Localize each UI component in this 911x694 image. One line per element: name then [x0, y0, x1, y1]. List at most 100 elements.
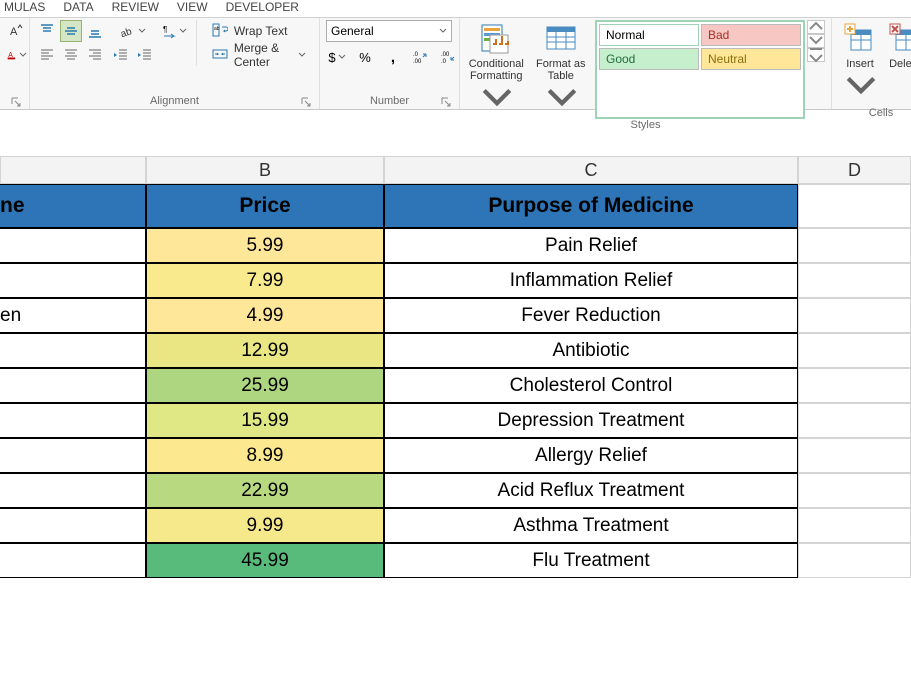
- comma-format-button[interactable]: ,: [382, 46, 404, 68]
- empty-cell[interactable]: [798, 368, 911, 403]
- col-header-a[interactable]: [0, 156, 146, 184]
- conditional-formatting-button[interactable]: ConditionalFormatting: [466, 20, 527, 119]
- cell-price[interactable]: 4.99: [146, 298, 384, 333]
- empty-cell[interactable]: [798, 333, 911, 368]
- cell-a[interactable]: [0, 473, 146, 508]
- col-header-b[interactable]: B: [146, 156, 384, 184]
- empty-cell[interactable]: [798, 508, 911, 543]
- wrap-text-button[interactable]: ab Wrap Text: [205, 20, 313, 42]
- cell-a[interactable]: [0, 403, 146, 438]
- align-left-button[interactable]: [36, 44, 58, 66]
- tab-review[interactable]: REVIEW: [112, 0, 159, 14]
- cell-price[interactable]: 5.99: [146, 228, 384, 263]
- empty-cell[interactable]: [798, 184, 911, 228]
- ltr-button[interactable]: ¶: [160, 20, 188, 42]
- style-bad[interactable]: Bad: [701, 24, 801, 46]
- number-group: General $ % , .0.00 .00.0 Number: [320, 18, 460, 109]
- grid: ne Price Purpose of Medicine 5.99Pain Re…: [0, 184, 911, 578]
- number-format-value: General: [331, 24, 374, 38]
- decrease-indent-button[interactable]: [110, 44, 132, 66]
- header-cell-a[interactable]: ne: [0, 184, 146, 228]
- tab-formulas-partial[interactable]: MULAS: [4, 0, 45, 14]
- cell-a[interactable]: [0, 263, 146, 298]
- cell-purpose[interactable]: Allergy Relief: [384, 438, 798, 473]
- cell-a[interactable]: [0, 368, 146, 403]
- chevron-down-icon: [338, 48, 346, 66]
- tab-view[interactable]: VIEW: [177, 0, 208, 14]
- tab-developer[interactable]: DEVELOPER: [226, 0, 299, 14]
- insert-button[interactable]: Insert: [838, 20, 882, 107]
- header-cell-b[interactable]: Price: [146, 184, 384, 228]
- cell-price[interactable]: 8.99: [146, 438, 384, 473]
- cell-purpose[interactable]: Antibiotic: [384, 333, 798, 368]
- gallery-scroll-up[interactable]: [807, 20, 825, 34]
- cell-a[interactable]: [0, 508, 146, 543]
- cell-purpose[interactable]: Acid Reflux Treatment: [384, 473, 798, 508]
- align-top-button[interactable]: [36, 20, 58, 42]
- alignment-group: ab ¶ ab Wrap Text Merge & Center: [30, 18, 320, 109]
- col-header-c[interactable]: C: [384, 156, 798, 184]
- empty-cell[interactable]: [798, 298, 911, 333]
- svg-text:ab: ab: [120, 26, 134, 39]
- percent-format-button[interactable]: %: [354, 46, 376, 68]
- cell-price[interactable]: 25.99: [146, 368, 384, 403]
- cell-a[interactable]: [0, 543, 146, 578]
- alignment-group-launcher[interactable]: [299, 95, 313, 109]
- decrease-decimal-button[interactable]: .00.0: [438, 46, 460, 68]
- number-format-dropdown[interactable]: General: [326, 20, 452, 42]
- gallery-scroll-down[interactable]: [807, 34, 825, 48]
- delete-button[interactable]: Delete: [886, 20, 911, 107]
- cells-group: Insert Delete Cells: [832, 18, 911, 109]
- tab-data[interactable]: DATA: [63, 0, 93, 14]
- worksheet[interactable]: B C D ne Price Purpose of Medicine 5.99P…: [0, 110, 911, 578]
- cell-purpose[interactable]: Depression Treatment: [384, 403, 798, 438]
- style-normal[interactable]: Normal: [599, 24, 699, 46]
- cell-purpose[interactable]: Fever Reduction: [384, 298, 798, 333]
- cell-a[interactable]: [0, 228, 146, 263]
- empty-cell[interactable]: [798, 263, 911, 298]
- chevron-down-icon: [298, 48, 306, 62]
- increase-indent-button[interactable]: [134, 44, 156, 66]
- empty-cell[interactable]: [798, 473, 911, 508]
- accounting-format-button[interactable]: $: [326, 46, 348, 68]
- orientation-button[interactable]: ab: [110, 20, 156, 42]
- col-header-d[interactable]: D: [798, 156, 911, 184]
- font-color-button[interactable]: A: [6, 44, 28, 66]
- format-as-table-button[interactable]: Format asTable: [531, 20, 592, 119]
- cell-a[interactable]: [0, 333, 146, 368]
- cell-price[interactable]: 12.99: [146, 333, 384, 368]
- cell-price[interactable]: 45.99: [146, 543, 384, 578]
- increase-decimal-button[interactable]: .0.00: [410, 46, 432, 68]
- cell-price[interactable]: 7.99: [146, 263, 384, 298]
- number-group-launcher[interactable]: [439, 95, 453, 109]
- style-good[interactable]: Good: [599, 48, 699, 70]
- empty-cell[interactable]: [798, 403, 911, 438]
- empty-cell[interactable]: [798, 438, 911, 473]
- cell-purpose[interactable]: Pain Relief: [384, 228, 798, 263]
- header-cell-c[interactable]: Purpose of Medicine: [384, 184, 798, 228]
- align-middle-button[interactable]: [60, 20, 82, 42]
- grow-font-button[interactable]: A: [6, 20, 28, 42]
- empty-cell[interactable]: [798, 543, 911, 578]
- cell-price[interactable]: 15.99: [146, 403, 384, 438]
- wrap-text-label: Wrap Text: [234, 24, 288, 38]
- empty-cell[interactable]: [798, 228, 911, 263]
- cell-price[interactable]: 22.99: [146, 473, 384, 508]
- chevron-down-icon: [179, 22, 187, 40]
- ribbon-tabs: MULAS DATA REVIEW VIEW DEVELOPER: [0, 0, 911, 18]
- align-right-button[interactable]: [84, 44, 106, 66]
- cell-a[interactable]: [0, 438, 146, 473]
- cell-a[interactable]: en: [0, 298, 146, 333]
- cell-purpose[interactable]: Asthma Treatment: [384, 508, 798, 543]
- style-neutral[interactable]: Neutral: [701, 48, 801, 70]
- cell-price[interactable]: 9.99: [146, 508, 384, 543]
- align-bottom-button[interactable]: [84, 20, 106, 42]
- gallery-more[interactable]: [807, 48, 825, 62]
- font-group-launcher[interactable]: [9, 95, 23, 109]
- insert-cells-icon: [843, 22, 877, 56]
- align-center-button[interactable]: [60, 44, 82, 66]
- cell-purpose[interactable]: Inflammation Relief: [384, 263, 798, 298]
- cell-purpose[interactable]: Flu Treatment: [384, 543, 798, 578]
- merge-center-button[interactable]: Merge & Center: [205, 44, 313, 66]
- cell-purpose[interactable]: Cholesterol Control: [384, 368, 798, 403]
